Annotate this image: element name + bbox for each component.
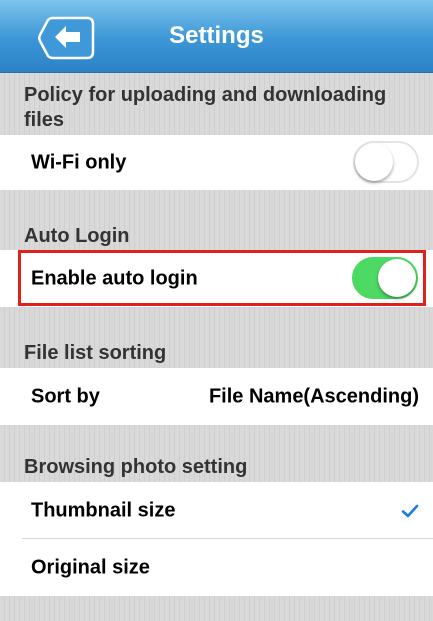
original-size-row[interactable]: Original size [0, 539, 433, 596]
settings-screen: Settings Policy for uploading and downlo… [0, 0, 433, 621]
wifi-only-label: Wi-Fi only [31, 151, 127, 173]
section-header-sorting: File list sorting [24, 342, 167, 364]
wifi-only-toggle[interactable] [353, 141, 419, 183]
thumbnail-size-label: Thumbnail size [31, 499, 176, 521]
original-size-label: Original size [31, 556, 150, 578]
navigation-bar: Settings [0, 0, 433, 73]
section-header-upload-policy: Policy for uploading and downloading fil… [24, 84, 387, 131]
checkmark-icon [401, 504, 419, 517]
section-header-photo: Browsing photo setting [24, 456, 248, 478]
sort-by-label: Sort by [31, 385, 100, 407]
thumbnail-size-row[interactable]: Thumbnail size [0, 482, 433, 539]
section-header-auto-login: Auto Login [24, 225, 130, 247]
sort-by-value: File Name(Ascending) [208, 385, 419, 407]
toggle-knob [355, 143, 393, 181]
highlight-box [18, 250, 426, 306]
wifi-only-row[interactable]: Wi-Fi only [0, 135, 433, 190]
page-title: Settings [169, 22, 264, 49]
sort-by-row[interactable]: Sort by File Name(Ascending) [0, 368, 433, 425]
